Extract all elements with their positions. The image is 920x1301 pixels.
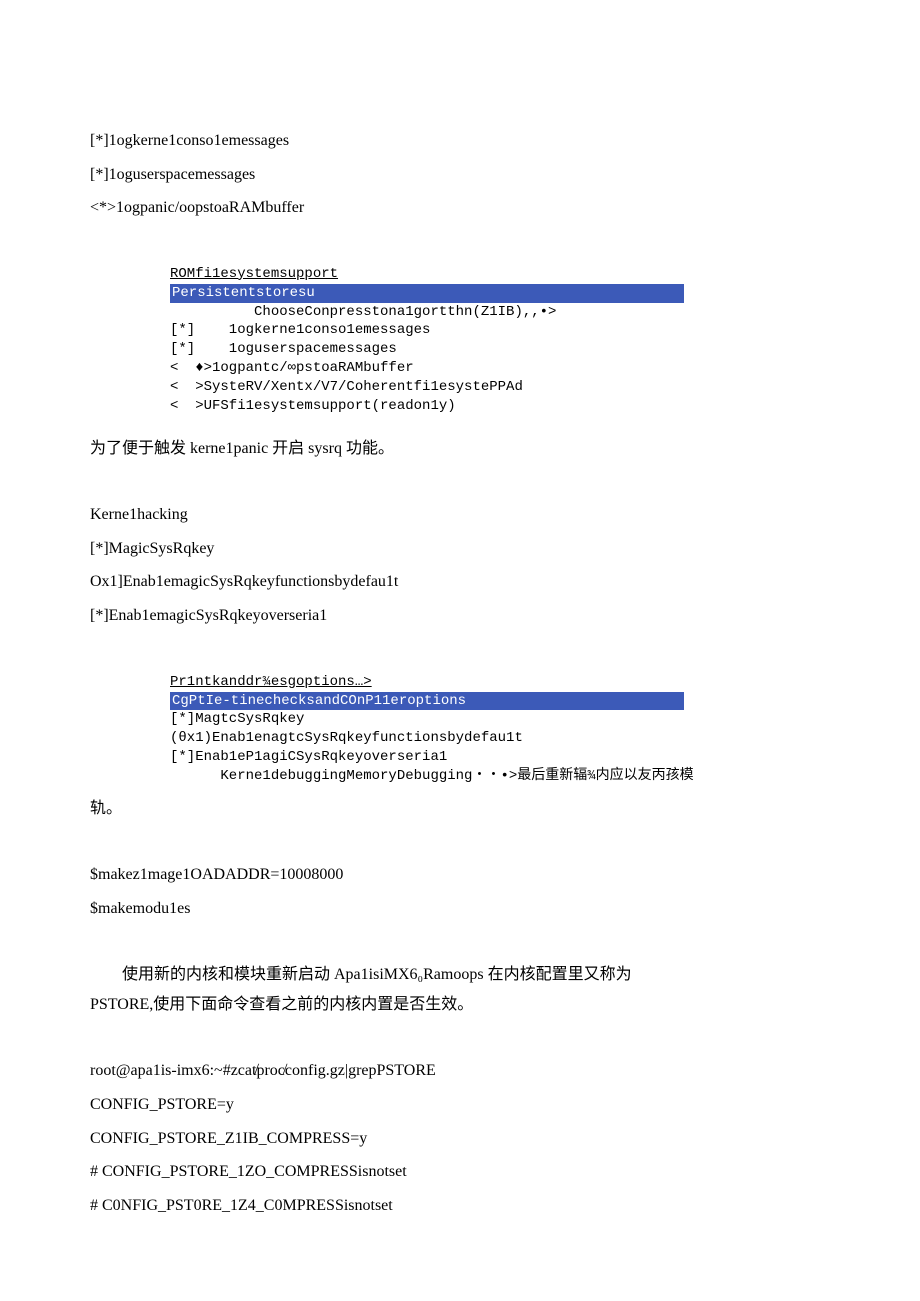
config-line: $makemodu1es [90, 896, 830, 922]
mono-line: [*] 1ogkerne1conso1emessages [170, 322, 430, 338]
config-line: [*]MagicSysRqkey [90, 536, 830, 562]
config-line: [*]1oguserspacemessages [90, 162, 830, 188]
config-line: Ox1]Enab1emagicSysRqkeyfunctionsbydefau1… [90, 569, 830, 595]
config-line: CONFIG_PSTORE=y [90, 1092, 830, 1118]
mono-block-2: Pr1ntkanddr¾esgoptions…> CgPtIe-tinechec… [170, 673, 830, 786]
config-line: Kerne1hacking [90, 502, 830, 528]
config-line: [*]1ogkerne1conso1emessages [90, 128, 830, 154]
paragraph-tail: 轨。 [90, 794, 830, 824]
config-line: CONFIG_PSTORE_Z1IB_COMPRESS=y [90, 1126, 830, 1152]
mono-line: Kerne1debuggingMemoryDebugging・・•>最后重新辐¾… [170, 768, 694, 784]
mono-line: < ♦>1ogpantc/∞pstoaRAMbuffer [170, 360, 414, 376]
mono-line: [*]MagtcSysRqkey [170, 711, 304, 727]
paragraph: 使用新的内核和模块重新启动 Apa1isiMX6₀Ramoops 在内核配置里又… [90, 960, 830, 990]
mono-line: (θx1)Enab1enagtcSysRqkeyfunctionsbydefau… [170, 730, 523, 746]
config-line: # CONFIG_PSTORE_1ZO_COMPRESSisnotset [90, 1159, 830, 1185]
config-line: [*]Enab1emagicSysRqkeyoverseria1 [90, 603, 830, 629]
mono-line: [*] 1oguserspacemessages [170, 341, 397, 357]
mono-highlight: CgPtIe-tinechecksandCOnP11eroptions [170, 692, 684, 711]
mono-line: < >UFSfi1esystemsupport(readon1y) [170, 398, 456, 414]
mono-underline: ROMfi1esystemsupport [170, 266, 338, 282]
mono-line: < >SysteRV/Xentx/V7/Coherentfi1esystePPA… [170, 379, 523, 395]
mono-line: [*]Enab1eP1agiCSysRqkeyoverseria1 [170, 749, 447, 765]
config-line: root@apa1is-imx6:~#zcat̸proc̸config.gz|g… [90, 1058, 830, 1084]
mono-block-1: ROMfi1esystemsupport Persistentstoresu C… [170, 265, 830, 416]
mono-underline: Pr1ntkanddr¾esgoptions…> [170, 674, 372, 690]
page-content: [*]1ogkerne1conso1emessages [*]1ogusersp… [0, 0, 920, 1286]
paragraph: 为了便于触发 kerne1panic 开启 sysrq 功能。 [90, 434, 830, 464]
config-line: # C0NFIG_PST0RE_1Z4_C0MPRESSisnotset [90, 1193, 830, 1219]
mono-line: ChooseConpresstona1gortthn(Z1IB),,•> [170, 304, 556, 320]
mono-highlight: Persistentstoresu [170, 284, 684, 303]
config-line: $makez1mage1OADADDR=10008000 [90, 862, 830, 888]
paragraph: PSTORE,使用下面命令查看之前的内核内置是否生效。 [90, 990, 830, 1020]
config-line: <*>1ogpanic/oopstoaRAMbuffer [90, 195, 830, 221]
